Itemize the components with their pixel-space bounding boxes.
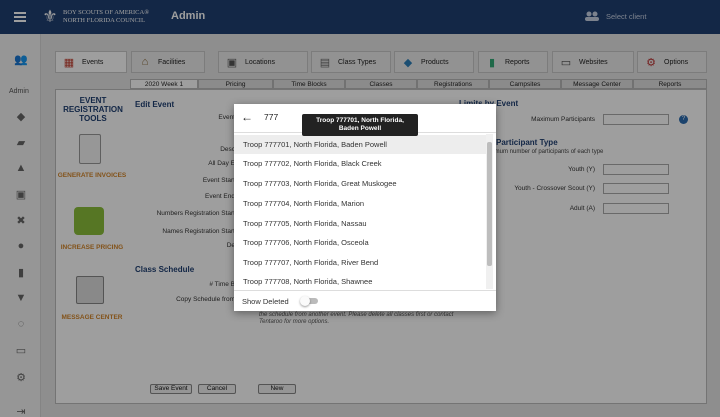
list-item[interactable]: Troop 777701, North Florida, Baden Powel… bbox=[234, 135, 486, 154]
show-deleted-toggle[interactable] bbox=[300, 296, 320, 306]
list-scrollbar[interactable] bbox=[486, 134, 493, 289]
list-item[interactable]: Troop 777707, North Florida, River Bend bbox=[234, 253, 486, 272]
options-list: Troop 777701, North Florida, Baden Powel… bbox=[234, 134, 496, 289]
tooltip: Troop 777701, North Florida, Baden Powel… bbox=[302, 114, 418, 136]
list-item[interactable]: Troop 777708, North Florida, Shawnee bbox=[234, 272, 486, 289]
list-item[interactable]: Troop 777706, North Florida, Osceola bbox=[234, 233, 486, 252]
tooltip-text: Troop 777701, North Florida, Baden Powel… bbox=[316, 117, 404, 132]
back-arrow-icon[interactable]: ← bbox=[241, 111, 253, 123]
scrollbar-thumb[interactable] bbox=[487, 142, 492, 266]
list-item[interactable]: Troop 777703, North Florida, Great Musko… bbox=[234, 174, 486, 193]
show-deleted-label: Show Deleted bbox=[242, 297, 289, 306]
list-item[interactable]: Troop 777705, North Florida, Nassau bbox=[234, 214, 486, 233]
list-item[interactable]: Troop 777704, North Florida, Marion bbox=[234, 194, 486, 213]
toggle-knob bbox=[300, 296, 310, 306]
list-item[interactable]: Troop 777702, North Florida, Black Creek bbox=[234, 154, 486, 173]
footer-divider bbox=[234, 290, 496, 291]
